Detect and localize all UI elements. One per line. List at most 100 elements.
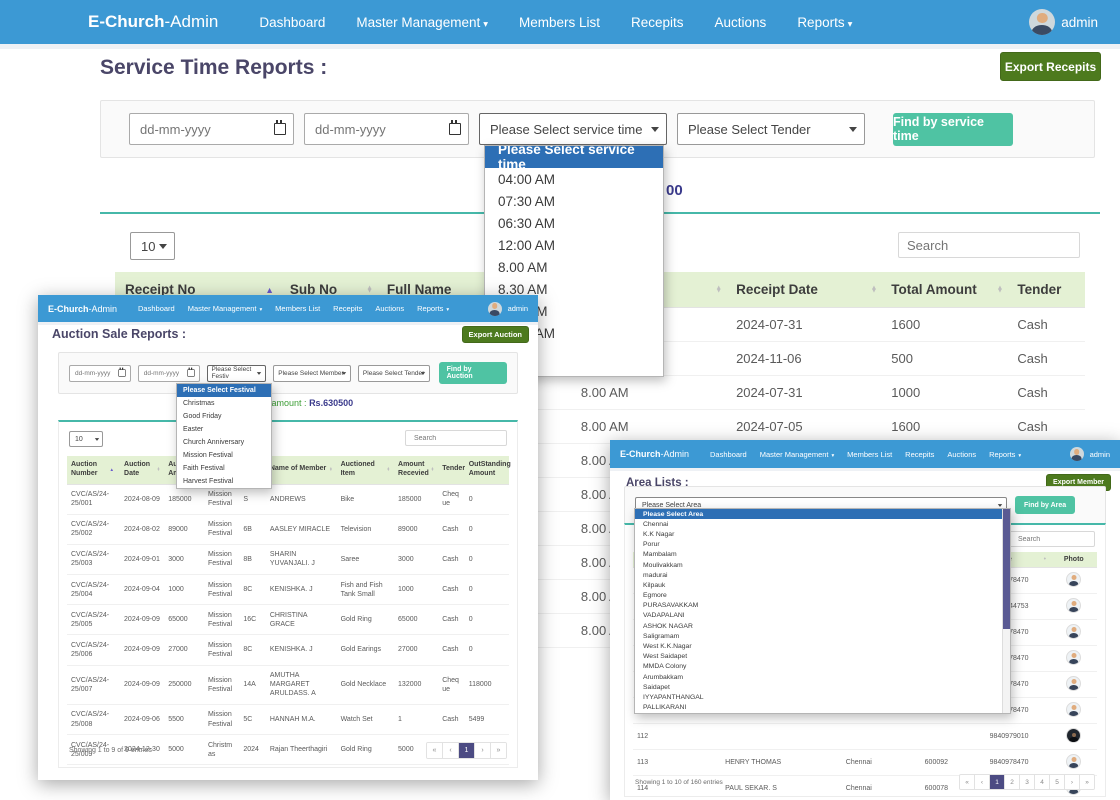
dropdown-option[interactable]: Please Select service time	[485, 146, 663, 168]
dropdown-option[interactable]: MMDA Colony	[635, 662, 1003, 672]
dropdown-option[interactable]: Mambalam	[635, 550, 1003, 560]
dropdown-option[interactable]: Arumbakkam	[635, 672, 1003, 682]
nav-item-dashboard[interactable]: Dashboard	[138, 304, 175, 313]
pager-nav-button[interactable]: »	[491, 743, 506, 758]
dropdown-option[interactable]: Please Select Area	[635, 509, 1003, 519]
dropdown-option[interactable]: 8.00 AM	[485, 256, 663, 278]
nav-item-dashboard[interactable]: Dashboard	[710, 450, 747, 459]
dropdown-option[interactable]: Kilpauk	[635, 580, 1003, 590]
nav-item-members-list[interactable]: Members List	[519, 15, 600, 30]
nav-item-recepits[interactable]: Recepits	[905, 450, 934, 459]
user-menu[interactable]: admin	[488, 302, 528, 316]
nav-item-auctions[interactable]: Auctions	[375, 304, 404, 313]
page-button[interactable]: 3	[1020, 775, 1035, 789]
app-logo[interactable]: E-Church-Admin	[88, 12, 218, 32]
dropdown-option[interactable]: Mission Festival	[177, 449, 271, 462]
page-button[interactable]: 1	[459, 743, 475, 758]
pager-nav-button[interactable]: ›	[1065, 775, 1080, 789]
export-auction-button[interactable]: Export Auction	[462, 326, 529, 343]
dropdown-option[interactable]: Please Select Festival	[177, 384, 271, 397]
dropdown-option[interactable]: IYYAPANTHANGAL	[635, 692, 1003, 702]
nav-item-master-management[interactable]: Master Management▾	[188, 304, 262, 313]
dropdown-option[interactable]: Saidapet	[635, 682, 1003, 692]
search-input[interactable]	[405, 430, 507, 446]
member-select[interactable]: Please Select Member	[273, 365, 351, 382]
dropdown-option[interactable]: Porur	[635, 540, 1003, 550]
dropdown-option[interactable]: 12:00 AM	[485, 234, 663, 256]
col-total-amount[interactable]: Total Amount▲▼	[881, 272, 1007, 308]
user-menu[interactable]: admin	[1029, 9, 1098, 35]
dropdown-option[interactable]: K.K Nagar	[635, 529, 1003, 539]
date-from-input[interactable]: dd-mm-yyyy	[129, 113, 294, 145]
find-by-auction-button[interactable]: Find by Auction	[439, 362, 507, 384]
dropdown-option[interactable]: Easter	[177, 423, 271, 436]
pager-nav-button[interactable]: »	[1080, 775, 1094, 789]
dropdown-option[interactable]: PURASAVAKKAM	[635, 601, 1003, 611]
dropdown-option[interactable]: ASHOK NAGAR	[635, 621, 1003, 631]
pager-nav-button[interactable]: ›	[475, 743, 491, 758]
col-auction-date[interactable]: Auction Date▲▼	[120, 456, 164, 484]
app-logo[interactable]: E-Church-Admin	[620, 449, 689, 459]
page-button[interactable]: 4	[1035, 775, 1050, 789]
col-tender[interactable]: Tender	[438, 456, 465, 484]
tender-select[interactable]: Please Select Tender	[358, 365, 430, 382]
scrollbar[interactable]	[1002, 509, 1010, 713]
col-auctioned-item[interactable]: Auctioned Item▲▼	[337, 456, 394, 484]
dropdown-option[interactable]: Moulivakkam	[635, 560, 1003, 570]
dropdown-option[interactable]: West K.K.Nagar	[635, 641, 1003, 651]
find-by-area-button[interactable]: Find by Area	[1015, 496, 1075, 514]
festival-select[interactable]: Please Select Festiv	[207, 365, 267, 382]
tender-select[interactable]: Please Select Tender	[677, 113, 865, 145]
nav-item-master-management[interactable]: Master Management▾	[356, 15, 488, 30]
dropdown-option[interactable]: PALLIKARANI	[635, 703, 1003, 713]
dropdown-option[interactable]: Saligramam	[635, 631, 1003, 641]
scrollbar-thumb[interactable]	[1003, 509, 1010, 629]
pager-nav-button[interactable]: «	[960, 775, 975, 789]
nav-item-recepits[interactable]: Recepits	[333, 304, 362, 313]
page-button[interactable]: 5	[1050, 775, 1065, 789]
dropdown-option[interactable]: Christmas	[177, 397, 271, 410]
dropdown-option[interactable]: Good Friday	[177, 410, 271, 423]
dropdown-option[interactable]: Church Anniversary	[177, 436, 271, 449]
date-from-input[interactable]: dd-mm-yyyy	[69, 365, 131, 382]
nav-item-recepits[interactable]: Recepits	[631, 15, 684, 30]
search-input[interactable]	[898, 232, 1080, 258]
nav-item-reports[interactable]: Reports▾	[989, 450, 1021, 459]
dropdown-option[interactable]: 06:30 AM	[485, 212, 663, 234]
find-by-service-time-button[interactable]: Find by service time	[893, 113, 1013, 146]
nav-item-reports[interactable]: Reports▾	[797, 15, 852, 30]
dropdown-option[interactable]: West Saidapet	[635, 652, 1003, 662]
dropdown-option[interactable]: VADAPALANI	[635, 611, 1003, 621]
app-logo[interactable]: E-Church-Admin	[48, 304, 117, 314]
nav-item-members-list[interactable]: Members List	[847, 450, 892, 459]
col-outstanding-amount[interactable]: OutStanding Amount	[465, 456, 509, 484]
nav-item-members-list[interactable]: Members List	[275, 304, 320, 313]
col-amount-received[interactable]: Amount Recevied▲▼	[394, 456, 438, 484]
date-to-input[interactable]: dd-mm-yyyy	[304, 113, 469, 145]
service-time-select[interactable]: Please Select service time	[479, 113, 667, 145]
nav-item-auctions[interactable]: Auctions	[715, 15, 767, 30]
page-size-select[interactable]: 10	[130, 232, 175, 260]
search-input[interactable]	[1009, 531, 1095, 547]
nav-item-reports[interactable]: Reports▾	[417, 304, 449, 313]
nav-item-master-management[interactable]: Master Management▾	[760, 450, 834, 459]
page-size-select[interactable]: 10	[69, 431, 103, 447]
export-receipts-button[interactable]: Export Recepits	[1000, 52, 1101, 81]
dropdown-option[interactable]: Chennai	[635, 519, 1003, 529]
col-name-of-member[interactable]: Name of Member▲▼	[266, 456, 337, 484]
dropdown-option[interactable]: Faith Festival	[177, 462, 271, 475]
date-to-input[interactable]: dd-mm-yyyy	[138, 365, 200, 382]
pager-nav-button[interactable]: «	[427, 743, 443, 758]
pager-nav-button[interactable]: ‹	[975, 775, 990, 789]
nav-item-auctions[interactable]: Auctions	[947, 450, 976, 459]
dropdown-option[interactable]: madurai	[635, 570, 1003, 580]
dropdown-option[interactable]: Egmore	[635, 591, 1003, 601]
nav-item-dashboard[interactable]: Dashboard	[259, 15, 325, 30]
page-button[interactable]: 2	[1005, 775, 1020, 789]
page-button[interactable]: 1	[990, 775, 1005, 789]
dropdown-option[interactable]: Harvest Festival	[177, 475, 271, 488]
pager-nav-button[interactable]: ‹	[443, 743, 459, 758]
dropdown-option[interactable]: 07:30 AM	[485, 190, 663, 212]
col-tender[interactable]: Tender	[1007, 272, 1085, 308]
user-menu[interactable]: admin	[1070, 447, 1110, 461]
